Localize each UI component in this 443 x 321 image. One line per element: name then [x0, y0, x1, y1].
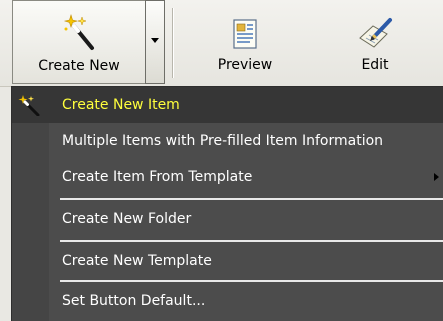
menu-separator — [60, 198, 443, 200]
chevron-right-icon — [434, 173, 439, 181]
menu-item-label: Create Item From Template — [62, 169, 253, 185]
toolbar: Create New Preview Edit — [0, 0, 443, 87]
menu-item-create-new-item[interactable]: Create New Item — [12, 87, 443, 123]
preview-label: Preview — [217, 57, 273, 73]
menu-separator — [60, 280, 443, 282]
menu-item-label: Create New Item — [62, 97, 180, 113]
create-new-menu: Create New Item Multiple Items with Pre-… — [11, 86, 443, 321]
create-new-dropdown-arrow[interactable] — [145, 0, 165, 84]
menu-item-label: Create New Folder — [62, 211, 192, 227]
toolbar-separator — [172, 8, 173, 78]
menu-item-label: Create New Template — [62, 253, 212, 269]
menu-item-multiple-items[interactable]: Multiple Items with Pre-filled Item Info… — [12, 123, 443, 159]
menu-item-create-new-template[interactable]: Create New Template — [12, 243, 443, 279]
pencil-edit-icon — [357, 0, 393, 50]
menu-item-create-new-folder[interactable]: Create New Folder — [12, 201, 443, 237]
create-new-button[interactable]: Create New — [12, 0, 145, 84]
magic-wand-icon — [62, 1, 96, 51]
magic-wand-icon — [18, 94, 40, 117]
edit-label: Edit — [361, 57, 389, 73]
menu-separator — [60, 240, 443, 242]
menu-item-set-button-default[interactable]: Set Button Default... — [12, 283, 443, 319]
menu-item-label: Multiple Items with Pre-filled Item Info… — [62, 133, 384, 149]
menu-item-label: Set Button Default... — [62, 293, 206, 309]
chevron-down-icon — [151, 37, 159, 43]
menu-item-create-from-template[interactable]: Create Item From Template — [12, 159, 443, 195]
preview-document-icon — [230, 0, 260, 50]
preview-button[interactable]: Preview — [200, 0, 290, 83]
create-new-label: Create New — [38, 58, 120, 74]
edit-button[interactable]: Edit — [335, 0, 415, 83]
